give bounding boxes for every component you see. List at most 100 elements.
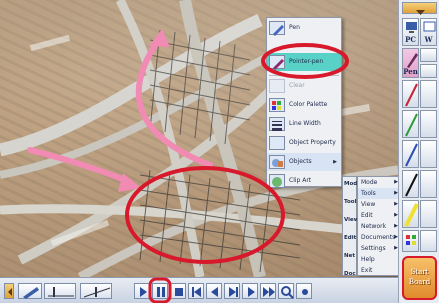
- menu-item-label: View: [361, 201, 376, 208]
- slider-track-icon: [83, 287, 111, 298]
- board-label: Board: [408, 278, 431, 286]
- rewind-button[interactable]: [188, 283, 204, 299]
- menu-item-pointer-pen[interactable]: Pointer-pen: [267, 53, 341, 71]
- blue-pen-icon: [405, 143, 418, 167]
- toolbar-button[interactable]: [420, 48, 437, 62]
- previous-button[interactable]: [206, 283, 222, 299]
- toolbar-button[interactable]: [420, 80, 437, 108]
- menu-item-color-palette[interactable]: Color Palette: [267, 96, 341, 114]
- next-button[interactable]: [242, 283, 258, 299]
- palette-button[interactable]: [402, 230, 419, 252]
- menu-item-tools[interactable]: Tools ▶: [358, 188, 402, 199]
- menu-item-label: Object Property: [289, 139, 336, 146]
- menu-item-objects[interactable]: Objects ▶: [267, 153, 341, 171]
- pen-cursor-icon: [23, 287, 39, 299]
- play-button[interactable]: [134, 283, 150, 299]
- menu-item-view[interactable]: View ▶: [358, 199, 402, 210]
- menu-item-exit[interactable]: Exit: [358, 265, 402, 276]
- start-board-button[interactable]: Start Board: [402, 256, 437, 300]
- menu-item-help[interactable]: Help: [358, 254, 402, 265]
- menu-item-label: Pen: [289, 24, 300, 31]
- pen-blue-button[interactable]: [402, 140, 419, 168]
- toolbar-button[interactable]: [420, 170, 437, 198]
- menu-item-label: Documents: [361, 234, 396, 241]
- toolbar-button[interactable]: [420, 230, 437, 252]
- highlighter-yellow-button[interactable]: [402, 200, 419, 228]
- menu-item-label: Line Width: [289, 120, 321, 127]
- stop-icon: [175, 288, 183, 296]
- pc-label: PC: [405, 35, 416, 44]
- w-label: W: [424, 35, 433, 44]
- menu-item-label: Clip Art: [289, 177, 312, 184]
- toolbar-button[interactable]: [420, 200, 437, 228]
- menu-item-settings[interactable]: Settings ▶: [358, 243, 402, 254]
- pc-button[interactable]: PC: [402, 18, 419, 46]
- pen-menu: Pen Pointer-pen Clear Color Palette Line…: [266, 17, 342, 190]
- zoom-icon: [281, 286, 294, 299]
- line-width-slider[interactable]: [44, 283, 76, 299]
- slider-track-icon: [48, 287, 74, 297]
- pen-black-button[interactable]: [402, 170, 419, 198]
- menu-item-line-width[interactable]: Line Width: [267, 115, 341, 133]
- category-label: Tool: [344, 199, 357, 205]
- pause-button[interactable]: [152, 283, 168, 299]
- red-pen-icon: [405, 83, 418, 107]
- chevron-left-icon: [8, 288, 12, 296]
- pen-label: Pen: [403, 67, 418, 76]
- menu-item-label: Exit: [361, 267, 373, 274]
- menu-item-clip-art[interactable]: Clip Art: [267, 172, 341, 190]
- pen-green-button[interactable]: [402, 110, 419, 138]
- black-pen-icon: [405, 173, 418, 197]
- clip-art-icon: [269, 174, 285, 188]
- transparency-slider[interactable]: [80, 283, 112, 299]
- collapse-toolbar-button[interactable]: [402, 2, 437, 15]
- pen-tool-button[interactable]: Pen: [402, 48, 419, 78]
- menu-item-mode[interactable]: Mode ▶: [358, 177, 402, 188]
- menu-item-label: Edit: [361, 212, 373, 219]
- pen-icon: [269, 21, 285, 36]
- toolbar-button[interactable]: [420, 110, 437, 138]
- menu-item-network[interactable]: Network ▶: [358, 221, 402, 232]
- line-width-icon: [269, 117, 285, 131]
- pen-icon: [407, 53, 418, 68]
- start-label: Start: [410, 268, 429, 276]
- menu-item-label: Settings: [361, 245, 386, 252]
- fast-forward-button[interactable]: [260, 283, 276, 299]
- whiteboard-button[interactable]: W: [420, 18, 437, 46]
- toolbar-button[interactable]: [420, 64, 437, 78]
- next-frame-button[interactable]: [224, 283, 240, 299]
- bottom-toolbar: [0, 277, 398, 303]
- previous-icon: [211, 287, 218, 297]
- next-icon: [248, 287, 255, 297]
- toolbar-button[interactable]: [420, 140, 437, 168]
- menu-item-pen[interactable]: Pen: [267, 19, 341, 37]
- menu-item-edit[interactable]: Edit ▶: [358, 210, 402, 221]
- zoom-button[interactable]: [278, 283, 294, 299]
- palette-icon: [406, 235, 416, 245]
- menu-item-label: Pointer-pen: [289, 58, 324, 65]
- menu-item-object-property[interactable]: Object Property: [267, 134, 341, 152]
- chevron-down-icon: [416, 10, 425, 15]
- menu-item-clear: Clear: [267, 77, 341, 95]
- pointer-pen-icon: [269, 55, 285, 70]
- pen-cursor-button[interactable]: [18, 283, 42, 299]
- menu-item-label: Objects: [289, 158, 312, 165]
- collapse-bottom-toolbar-button[interactable]: [4, 283, 14, 299]
- menu-item-documents[interactable]: Documents ▶: [358, 232, 402, 243]
- rewind-icon: [192, 287, 201, 297]
- menu-item-label: Tools: [361, 190, 376, 197]
- menu-item-label: Help: [361, 256, 375, 263]
- pause-icon: [157, 287, 165, 297]
- main-menu: Mode ▶ Tools ▶ View ▶ Edit ▶ Network ▶ D…: [357, 176, 403, 276]
- green-pen-icon: [405, 113, 418, 137]
- menu-item-label: Color Palette: [289, 101, 328, 108]
- more-button[interactable]: [296, 283, 312, 299]
- app-window: Pen Pointer-pen Clear Color Palette Line…: [0, 0, 439, 303]
- yellow-highlighter-icon: [404, 203, 419, 227]
- right-toolbar: PC W Pen Start Board: [398, 0, 439, 303]
- stop-button[interactable]: [170, 283, 186, 299]
- fast-forward-icon: [263, 287, 275, 297]
- submenu-arrow-icon: ▶: [333, 159, 337, 165]
- object-property-icon: [269, 136, 285, 150]
- pen-red-button[interactable]: [402, 80, 419, 108]
